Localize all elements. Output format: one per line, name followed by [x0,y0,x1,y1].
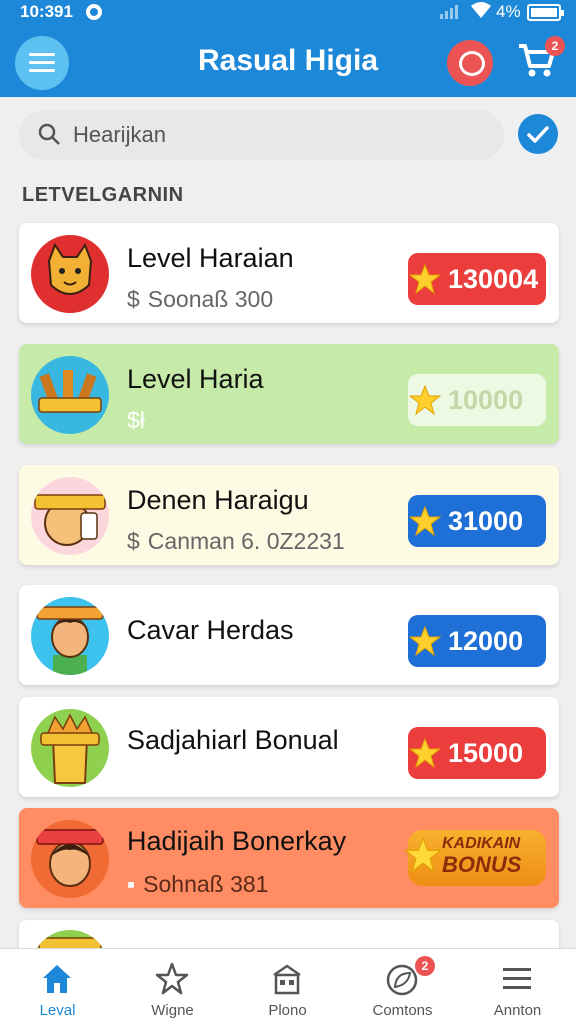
search-bar [19,110,504,160]
star-icon [409,505,441,537]
nav-label: Plono [268,1002,307,1019]
reward-badge[interactable]: 130004 [408,253,546,305]
wifi-icon [470,0,492,25]
bonus-badge[interactable]: KADIKAIN BONUS [404,830,546,886]
search-input[interactable] [73,118,473,152]
list-item[interactable]: Cavar Herdas 12000 [19,585,559,685]
chat-button[interactable] [447,40,493,86]
battery-percent: 4% [496,2,521,21]
home-icon [43,965,71,993]
fox-avatar-icon [31,235,109,313]
item-title: Denen Haraigu [127,485,309,515]
item-title: Level Haraian [127,243,294,273]
reward-value: 10000 [448,385,524,415]
nav-item-annton[interactable]: Annton [460,949,575,1024]
crown-avatar-icon [31,709,109,787]
list-item[interactable]: Level Haraian $ Soonaß 300 130004 [19,223,559,323]
item-subtitle: ▪ Sohnaß 381 [127,871,268,898]
reward-value: 31000 [448,506,524,536]
reward-badge[interactable]: 10000 [408,374,546,426]
list-item[interactable]: Sadjahiarl Bonual 15000 [19,697,559,797]
cartoon-avatar-icon [31,477,109,555]
list-item[interactable]: Hadijaih Bonerkay ▪ Sohnaß 381 KADIKAIN B… [19,808,559,908]
nav-label: Annton [493,1002,542,1019]
cart-badge: 2 [545,36,565,56]
star-icon [404,836,442,874]
nav-label: Comtons [372,1002,433,1019]
reward-badge[interactable]: 15000 [408,727,546,779]
reward-value: 130004 [448,264,539,294]
nav-item-wigne[interactable]: Wigne [115,949,230,1024]
star-icon [409,625,441,657]
item-subtitle: $ Soonaß 300 [127,286,273,313]
star-icon [409,263,441,295]
currency-icon: ▪ [127,871,136,897]
signal-icon [440,5,458,19]
notification-dot-icon [86,4,102,20]
app-header: 10:391 4% Rasual Higia 2 [0,0,576,97]
currency-icon: $ [127,286,140,312]
bonus-label-top: KADIKAIN [442,835,521,852]
item-title: Level Haria [127,364,264,394]
nav-label: Leval [39,1002,76,1019]
nav-item-comtons[interactable]: 2 Comtons [345,949,460,1024]
reward-value: 15000 [448,738,524,768]
search-icon [37,122,61,146]
item-subtitle-text: Canman 6. 0Z2231 [147,528,345,554]
battery-icon [527,4,564,21]
nav-badge: 2 [415,956,435,976]
item-title: Hadijaih Bonerkay [127,826,347,856]
section-title: LETVELGARNIN [22,184,184,206]
menu-icon [503,968,531,989]
item-subtitle: $ Canman 6. 0Z2231 [127,528,345,555]
boy-avatar-icon [31,597,109,675]
item-title: Sadjahiarl Bonual [127,725,339,755]
star-icon [409,384,441,416]
nav-item-leval[interactable]: Leval [0,949,115,1024]
confirm-button[interactable] [518,114,558,154]
item-subtitle-text: Soonaß 300 [147,286,274,312]
status-time: 10:391 [20,2,73,21]
kid-avatar-icon [31,820,109,898]
item-title: Cavar Herdas [127,615,294,645]
list-item[interactable]: Level Haria $ł 10000 [19,344,559,444]
currency-icon: $ [127,528,140,554]
reward-badge[interactable]: 31000 [408,495,546,547]
star-icon [409,737,441,769]
wood-badge-avatar-icon [31,356,109,434]
reward-value: 12000 [448,626,524,656]
list-item[interactable]: Denen Haraigu $ Canman 6. 0Z2231 31000 [19,465,559,565]
status-bar: 10:391 4% [0,0,576,26]
reward-badge[interactable]: 12000 [408,615,546,667]
nav-label: Wigne [151,1002,194,1019]
store-icon [273,964,301,995]
item-subtitle: $ł [127,407,145,433]
star-icon [155,962,189,995]
check-icon [527,126,549,143]
bonus-label-bottom: BONUS [442,852,522,877]
item-subtitle-text: Sohnaß 381 [143,871,269,897]
nav-item-plono[interactable]: Plono [230,949,345,1024]
bottom-navigation: Leval Wigne Plono 2 Comtons Annton [0,948,576,1024]
